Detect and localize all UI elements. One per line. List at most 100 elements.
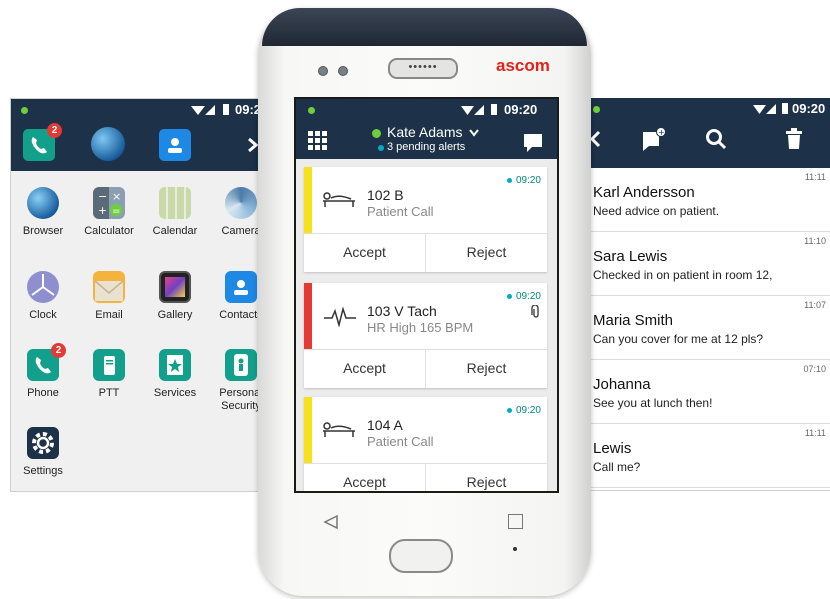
accept-button[interactable]: Accept [304, 233, 425, 272]
walkie-talkie-icon [93, 349, 125, 381]
chat-bubble-icon[interactable] [523, 133, 543, 153]
star-bookmark-icon [159, 349, 191, 381]
presence-dot [372, 129, 381, 138]
sensor [338, 66, 348, 76]
message-item[interactable]: 07:10 Johanna See you at lunch then! [585, 360, 830, 424]
chevron-down-icon[interactable] [469, 129, 479, 137]
envelope-icon [93, 271, 125, 303]
dock-contacts-app[interactable] [159, 129, 191, 161]
message-preview: Can you cover for me at 12 pls? [593, 332, 764, 346]
reject-button[interactable]: Reject [426, 349, 547, 388]
earpiece-speaker: •••••• [388, 58, 458, 79]
grid-menu-icon[interactable] [308, 131, 328, 151]
message-time: 11:11 [804, 172, 826, 182]
alert-subtitle: HR High 165 BPM [367, 320, 474, 335]
app-clock[interactable]: Clock [11, 271, 75, 322]
app-services[interactable]: Services [143, 349, 207, 400]
alert-title: 102 B [367, 187, 404, 203]
accept-button[interactable]: Accept [304, 349, 425, 388]
camera-icon [225, 187, 257, 219]
app-label: Services [153, 387, 197, 399]
dock-browser-app[interactable] [91, 127, 125, 161]
app-gallery[interactable]: Gallery [143, 271, 207, 322]
trash-icon[interactable] [785, 128, 803, 150]
messages-screen: 09:20 + 11:11 Karl Andersson Need advice… [585, 98, 830, 491]
phone-icon: 2 [27, 343, 66, 381]
camera-lens [318, 66, 328, 76]
recent-apps-icon[interactable] [508, 514, 523, 529]
app-calculator[interactable]: − × + = Calculator [77, 187, 141, 238]
app-label: Phone [27, 387, 59, 399]
message-item[interactable]: 11:07 Maria Smith Can you cover for me a… [585, 296, 830, 360]
picture-icon [159, 271, 191, 303]
reject-button[interactable]: Reject [426, 463, 547, 491]
app-settings[interactable]: Settings [11, 427, 75, 478]
new-message-icon[interactable]: + [641, 126, 667, 152]
priority-bar [304, 283, 312, 349]
message-item[interactable]: 11:11 Karl Andersson Need advice on pati… [585, 168, 830, 232]
app-email[interactable]: Email [77, 271, 141, 322]
alert-title: 103 V Tach [367, 303, 437, 319]
reject-button[interactable]: Reject [426, 233, 547, 272]
priority-bar [304, 167, 312, 233]
message-time: 11:10 [804, 236, 826, 246]
contact-card-icon [168, 138, 182, 153]
patient-bed-icon [323, 422, 355, 437]
app-launcher-screen: 09:2 2 Browser − × + = Calculator Calendar … [10, 98, 272, 492]
home-button[interactable] [389, 539, 453, 573]
alert-title: 104 A [367, 417, 403, 433]
svg-text:+: + [98, 204, 107, 217]
alerts-header: 09:20 Kate Adams 3 pending alerts [296, 99, 557, 159]
globe-icon [27, 187, 59, 219]
calculator-icon: − × + = [93, 187, 125, 219]
phone-badge: 2 [51, 343, 66, 358]
message-item[interactable]: 11:11 Lewis Call me? [585, 424, 830, 488]
notification-dot [593, 106, 600, 113]
indicator-led [513, 547, 517, 551]
gear-icon [27, 427, 59, 459]
message-item[interactable]: 11:10 Sara Lewis Checked in on patient i… [585, 232, 830, 296]
user-name[interactable]: Kate Adams [387, 124, 463, 140]
battery-icon [782, 103, 788, 114]
phone-screen: 09:20 Kate Adams 3 pending alerts 09:20 … [294, 97, 559, 493]
app-calendar[interactable]: Calendar [143, 187, 207, 238]
message-preview: See you at lunch then! [593, 396, 713, 410]
message-sender: Johanna [593, 376, 651, 393]
dock-phone-app[interactable]: 2 [23, 123, 62, 161]
search-icon[interactable] [705, 128, 727, 150]
patient-bed-icon [323, 192, 355, 207]
calendar-icon [159, 187, 191, 219]
status-time: 09:20 [504, 102, 538, 117]
alert-time: 09:20 [506, 291, 541, 302]
svg-text:×: × [112, 190, 121, 203]
app-browser[interactable]: Browser [11, 187, 75, 238]
alert-time: 09:20 [506, 175, 541, 186]
app-phone[interactable]: 2 Phone [11, 343, 75, 400]
alert-card[interactable]: 09:20 102 B Patient Call Accept Reject [304, 167, 547, 272]
person-shield-icon [225, 349, 257, 381]
app-label: Gallery [157, 309, 193, 321]
alert-time: 09:20 [506, 405, 541, 416]
app-label: Browser [22, 225, 64, 237]
alert-subtitle: Patient Call [367, 434, 434, 449]
alert-card[interactable]: 09:20 104 A Patient Call Accept Reject [304, 397, 547, 491]
svg-text:+: + [658, 128, 665, 137]
messages-header: 09:20 + [585, 98, 830, 168]
contact-card-icon [225, 271, 257, 303]
message-sender: Lewis [593, 440, 632, 457]
app-ptt[interactable]: PTT [77, 349, 141, 400]
pending-alerts-text: 3 pending alerts [387, 141, 466, 153]
phone-top-cap [262, 8, 587, 46]
app-label: PTT [98, 387, 120, 399]
wifi-signal-icon [191, 105, 215, 115]
svg-text:−: − [98, 190, 107, 203]
message-sender: Karl Andersson [593, 184, 695, 201]
back-triangle-icon[interactable] [323, 514, 339, 530]
app-label: Email [95, 309, 123, 321]
alert-card[interactable]: 09:20 103 V Tach HR High 165 BPM Accept … [304, 283, 547, 388]
message-sender: Sara Lewis [593, 248, 668, 265]
pending-dot [378, 145, 384, 151]
heart-rate-icon [324, 307, 356, 327]
dock-phone-badge: 2 [47, 123, 62, 138]
accept-button[interactable]: Accept [304, 463, 425, 491]
